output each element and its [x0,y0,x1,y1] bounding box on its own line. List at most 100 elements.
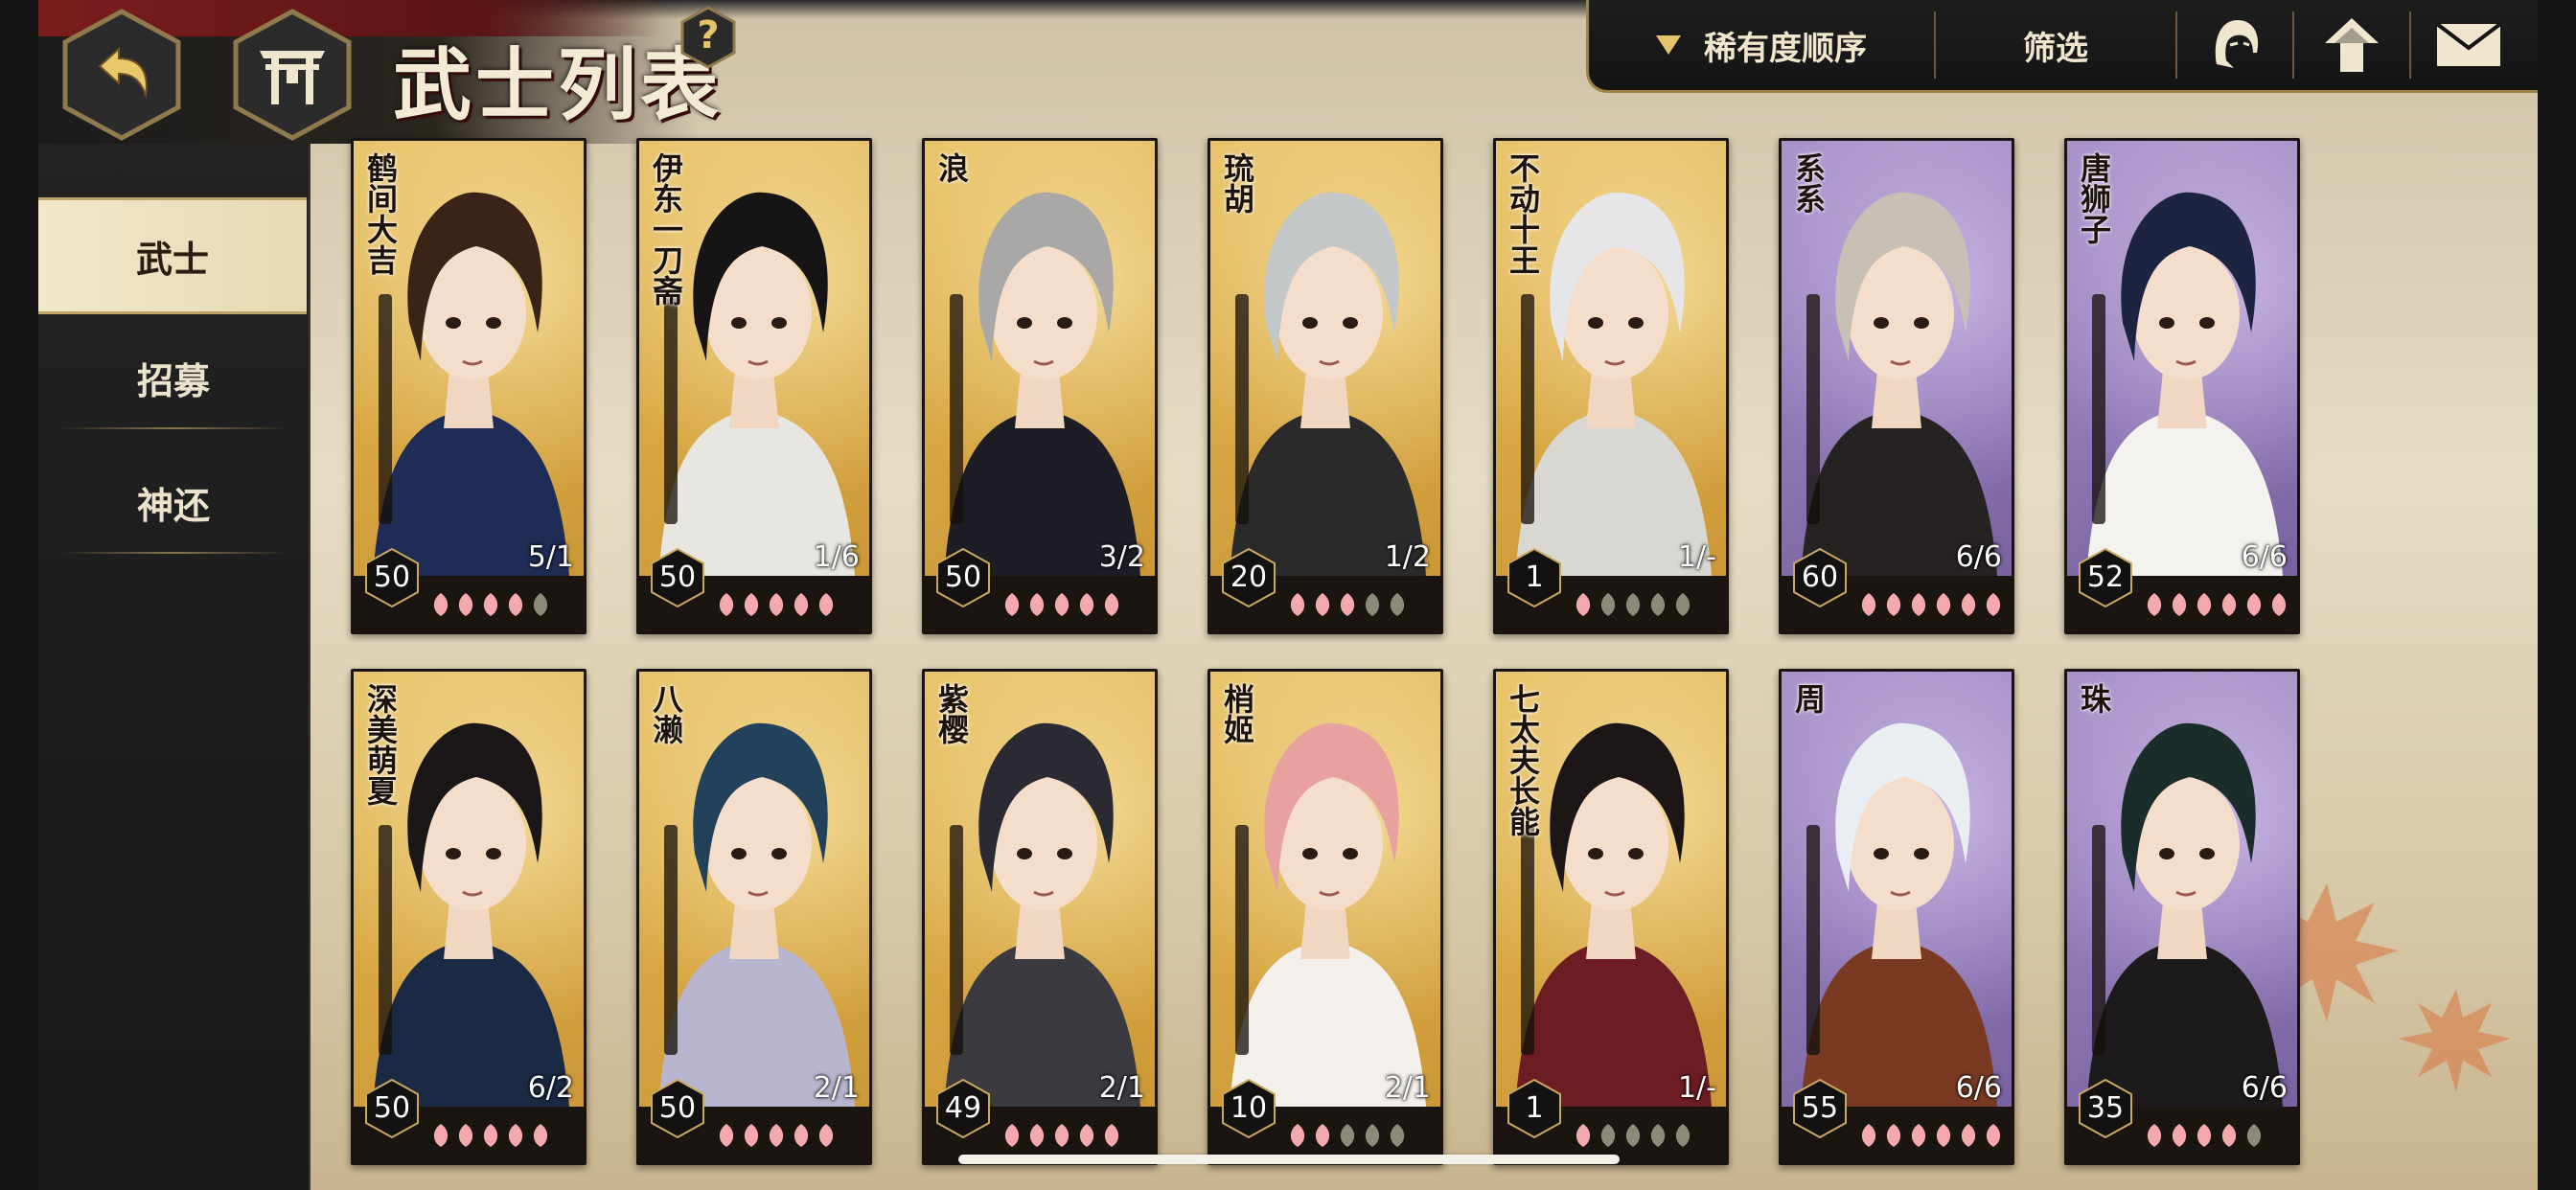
petal-icon [508,1124,523,1147]
name-bar [379,294,392,524]
name-bar [379,825,392,1055]
sidebar-item-samurai[interactable]: 武士 [38,197,307,314]
rarity-petals [2144,591,2289,618]
level-badge: 50 [649,1078,706,1139]
petal-icon [433,593,448,616]
level-value: 35 [2086,1091,2125,1125]
card-name: 周 [1790,683,1827,714]
level-value: 50 [373,1091,411,1125]
petal-icon [769,593,784,616]
petal-icon [744,593,759,616]
samurai-card[interactable]: 伊东一刀斋 1/6 50 [636,138,872,634]
petal-icon [1936,593,1951,616]
card-name: 鹤间大吉 [362,152,399,275]
character-face-icon [2215,20,2259,68]
sidebar-item-label: 武士 [135,237,209,281]
petal-icon [1004,1124,1020,1147]
petal-icon [1600,593,1616,616]
petal-icon [1675,1124,1690,1147]
level-value: 50 [944,561,982,594]
petal-icon [1625,593,1641,616]
samurai-card[interactable]: 鹤间大吉 5/1 50 [351,138,586,634]
card-name: 伊东一刀斋 [648,152,684,306]
name-bar [950,825,963,1055]
level-badge: 55 [1791,1078,1849,1139]
card-name: 七太夫长能 [1505,683,1541,836]
petal-icon [744,1124,759,1147]
rarity-petals [1287,591,1408,618]
rarity-petals [430,1122,551,1149]
name-bar [1235,825,1249,1055]
samurai-card[interactable]: 唐狮子 6/6 52 [2064,138,2300,634]
card-count: 2/1 [1098,1071,1145,1105]
back-button[interactable] [61,8,182,142]
name-bar [1521,294,1534,524]
petal-icon [458,593,473,616]
petal-icon [794,593,809,616]
card-count: 1/6 [813,540,860,574]
card-name: 琉胡 [1219,152,1255,214]
level-badge: 10 [1220,1078,1277,1139]
petal-icon [769,1124,784,1147]
samurai-card[interactable]: 系系 6/6 60 [1779,138,2014,634]
name-bar [1806,825,1820,1055]
petal-icon [1675,593,1690,616]
sidebar-item-return[interactable]: 神还 [38,446,309,558]
petal-icon [1650,593,1666,616]
help-button[interactable]: ? [680,6,736,69]
samurai-card[interactable]: 七太夫长能 1/- 1 [1493,669,1729,1165]
samurai-card[interactable]: 周 6/6 55 [1779,669,2014,1165]
samurai-card[interactable]: 紫樱 2/1 49 [922,669,1158,1165]
petal-icon [2221,593,2237,616]
petal-icon [794,1124,809,1147]
samurai-card[interactable]: 浪 3/2 50 [922,138,1158,634]
scrollbar[interactable] [958,1155,1620,1164]
card-name: 系系 [1790,152,1827,214]
petal-icon [1054,593,1070,616]
petal-icon [1650,1124,1666,1147]
name-bar [950,294,963,524]
samurai-card[interactable]: 梢姬 2/1 10 [1208,669,1443,1165]
petal-icon [2196,1124,2212,1147]
card-count: 3/2 [1098,540,1145,574]
shrine-gate-icon [260,51,325,104]
samurai-card[interactable]: 琉胡 1/2 20 [1208,138,1443,634]
card-name: 唐狮子 [2076,152,2112,244]
home-button[interactable] [232,8,353,142]
upload-arrow-icon [2325,18,2379,72]
petal-icon [2172,593,2187,616]
sort-dropdown[interactable]: 稀有度顺序 [1589,0,1934,90]
samurai-card[interactable]: 不动十王 1/- 1 [1493,138,1729,634]
petal-icon [2246,593,2262,616]
petal-icon [1886,593,1901,616]
mail-button[interactable] [2411,0,2526,90]
samurai-card[interactable]: 珠 6/6 35 [2064,669,2300,1165]
petal-icon [1079,1124,1094,1147]
petal-icon [1004,593,1020,616]
petal-icon [2147,593,2162,616]
sidebar-divider [59,552,289,554]
petal-icon [1104,1124,1119,1147]
petal-icon [2196,593,2212,616]
card-count: 6/6 [2241,540,2288,574]
petal-icon [1861,593,1876,616]
character-button[interactable] [2177,0,2292,90]
petal-icon [719,593,734,616]
left-frame [0,0,38,1190]
card-name: 不动十王 [1505,152,1541,275]
samurai-card[interactable]: 深美萌夏 6/2 50 [351,669,586,1165]
upload-button[interactable] [2294,0,2409,90]
petal-icon [719,1124,734,1147]
level-value: 10 [1230,1091,1268,1125]
level-value: 50 [373,561,411,594]
sidebar-item-recruit[interactable]: 招募 [38,322,309,433]
petal-icon [1104,593,1119,616]
petal-icon [1290,1124,1305,1147]
level-value: 1 [1525,561,1544,594]
petal-icon [1340,1124,1355,1147]
name-bar [2092,825,2105,1055]
petal-icon [2147,1124,2162,1147]
filter-button[interactable]: 筛选 [1936,0,2175,90]
card-name: 深美萌夏 [362,683,399,806]
samurai-card[interactable]: 八濑 2/1 50 [636,669,872,1165]
